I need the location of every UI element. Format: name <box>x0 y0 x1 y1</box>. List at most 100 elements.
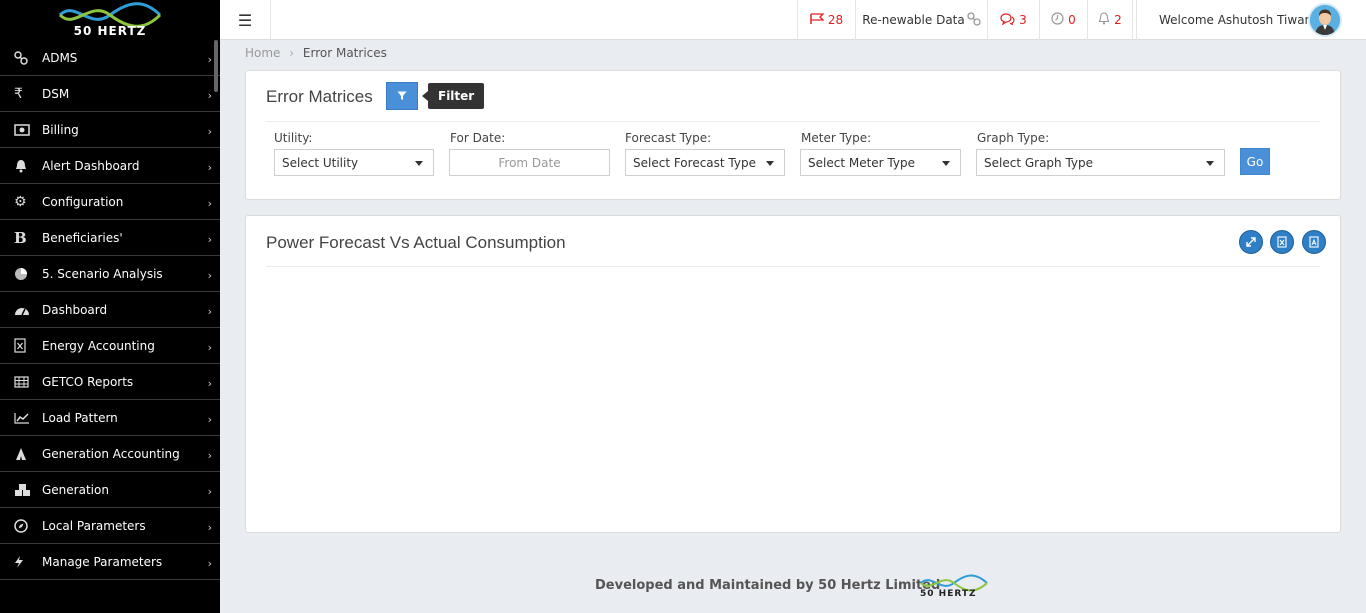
sidebar-item-load-pattern[interactable]: Load Pattern › <box>0 400 220 436</box>
cubes-icon <box>14 483 34 497</box>
dashboard-icon <box>14 304 34 316</box>
sidebar-item-adms[interactable]: ADMS › <box>0 40 220 76</box>
b-letter-icon: B <box>14 228 27 247</box>
chevron-right-icon: › <box>207 161 212 174</box>
sidebar-item-label: Local Parameters <box>42 518 146 533</box>
forecast-type-select-value: Select Forecast Type <box>633 155 756 170</box>
user-avatar-icon <box>1310 5 1340 35</box>
flags-count: 28 <box>827 13 844 27</box>
date-label: For Date: <box>450 131 506 145</box>
graph-type-select[interactable]: Select Graph Type <box>976 149 1225 176</box>
line-chart-icon <box>14 412 34 424</box>
sidebar: 50 HERTZ ADMS › ₹ DSM › Billing › Alert … <box>0 0 220 613</box>
flag-icon <box>810 12 825 28</box>
chevron-right-icon: › <box>207 521 212 534</box>
sidebar-menu: ADMS › ₹ DSM › Billing › Alert Dashboard… <box>0 40 220 580</box>
sidebar-item-label: Beneficiaries' <box>42 230 123 245</box>
money-icon <box>14 123 34 136</box>
flags-notification[interactable]: 28 <box>797 0 855 40</box>
rupee-icon: ₹ <box>14 85 23 102</box>
bell-count: 2 <box>1114 13 1122 27</box>
meter-type-select[interactable]: Select Meter Type <box>800 149 961 176</box>
sidebar-item-manage-parameters[interactable]: Manage Parameters › <box>0 544 220 580</box>
breadcrumb-separator: › <box>289 46 295 60</box>
filter-tooltip: Filter <box>421 83 485 109</box>
gear-icon: ⚙ <box>14 193 27 210</box>
bell-icon <box>14 159 34 173</box>
sidebar-item-local-parameters[interactable]: Local Parameters › <box>0 508 220 544</box>
graph-type-select-value: Select Graph Type <box>984 155 1094 170</box>
chart-panel: Power Forecast Vs Actual Consumption <box>245 215 1341 533</box>
chevron-right-icon: › <box>207 53 212 66</box>
sidebar-scrollbar[interactable] <box>214 40 218 92</box>
graph-type-label: Graph Type: <box>977 131 1050 145</box>
messages-count: 3 <box>1019 13 1027 27</box>
clock-count: 0 <box>1068 13 1076 27</box>
sidebar-item-label: Generation Accounting <box>42 446 180 461</box>
breadcrumb-current: Error Matrices <box>302 46 387 60</box>
sidebar-item-label: GETCO Reports <box>42 374 134 389</box>
chevron-right-icon: › <box>207 197 212 210</box>
sidebar-item-label: Manage Parameters <box>42 554 163 569</box>
sidebar-item-scenario-analysis[interactable]: 5. Scenario Analysis › <box>0 256 220 292</box>
sidebar-item-configuration[interactable]: ⚙ Configuration › <box>0 184 220 220</box>
sidebar-item-beneficiaries[interactable]: B Beneficiaries' › <box>0 220 220 256</box>
welcome-user-text[interactable]: Welcome Ashutosh Tiwari <box>1136 0 1313 40</box>
go-button[interactable]: Go <box>1240 148 1270 175</box>
renewable-data-label: Re-newable Data <box>862 13 965 27</box>
fullscreen-button[interactable] <box>1239 230 1263 254</box>
chevron-right-icon: › <box>207 377 212 390</box>
table-icon <box>14 375 34 388</box>
sidebar-item-getco-reports[interactable]: GETCO Reports › <box>0 364 220 400</box>
utility-label: Utility: <box>274 131 313 145</box>
filter-button[interactable] <box>386 82 418 110</box>
compass-icon <box>14 518 34 533</box>
caret-down-icon <box>415 161 423 166</box>
bell-icon <box>1098 12 1110 28</box>
comments-icon <box>1000 12 1015 28</box>
sidebar-item-billing[interactable]: Billing › <box>0 112 220 148</box>
forecast-type-select[interactable]: Select Forecast Type <box>625 149 785 176</box>
clock-notification[interactable]: 0 <box>1039 0 1087 40</box>
sidebar-item-label: Load Pattern <box>42 410 118 425</box>
export-pdf-button[interactable] <box>1302 230 1326 254</box>
export-excel-button[interactable] <box>1270 230 1294 254</box>
sidebar-item-generation[interactable]: Generation › <box>0 472 220 508</box>
sidebar-item-label: Generation <box>42 482 109 497</box>
messages-notification[interactable]: 3 <box>987 0 1039 40</box>
footer-text: Developed and Maintained by 50 Hertz Lim… <box>595 578 941 593</box>
forecast-type-label: Forecast Type: <box>625 131 712 145</box>
chevron-right-icon: › <box>207 269 212 282</box>
bell-notification[interactable]: 2 <box>1087 0 1133 40</box>
bolt-icon <box>14 555 34 569</box>
renewable-data-link[interactable]: Re-newable Data <box>855 0 987 40</box>
sidebar-item-alert-dashboard[interactable]: Alert Dashboard › <box>0 148 220 184</box>
breadcrumb-home-link[interactable]: Home <box>245 46 280 60</box>
sidebar-item-label: Configuration <box>42 194 124 209</box>
sidebar-item-dsm[interactable]: ₹ DSM › <box>0 76 220 112</box>
expand-icon <box>1246 237 1256 247</box>
panel-divider <box>266 121 1320 122</box>
sidebar-item-label: Energy Accounting <box>42 338 155 353</box>
chevron-right-icon: › <box>207 125 212 138</box>
user-avatar[interactable] <box>1308 3 1342 37</box>
footer-logo: 50 HERTZ <box>918 573 990 606</box>
chevron-right-icon: › <box>207 557 212 570</box>
clock-icon <box>1051 12 1064 28</box>
meter-type-select-value: Select Meter Type <box>808 155 915 170</box>
caret-down-icon <box>1206 161 1214 166</box>
sidebar-item-generation-accounting[interactable]: Generation Accounting › <box>0 436 220 472</box>
sidebar-item-dashboard[interactable]: Dashboard › <box>0 292 220 328</box>
pie-chart-icon <box>14 267 34 281</box>
sidebar-item-label: Billing <box>42 122 79 137</box>
utility-select[interactable]: Select Utility <box>274 149 434 176</box>
brand-logo[interactable]: 50 HERTZ <box>0 0 220 40</box>
excel-file-icon <box>1277 236 1287 248</box>
from-date-input[interactable]: From Date <box>449 149 610 176</box>
caret-down-icon <box>942 161 950 166</box>
filter-icon <box>397 91 407 100</box>
sidebar-item-energy-accounting[interactable]: Energy Accounting › <box>0 328 220 364</box>
menu-toggle-icon[interactable]: ☰ <box>220 0 271 40</box>
utility-select-value: Select Utility <box>282 155 359 170</box>
sidebar-item-label: 5. Scenario Analysis <box>42 266 163 281</box>
